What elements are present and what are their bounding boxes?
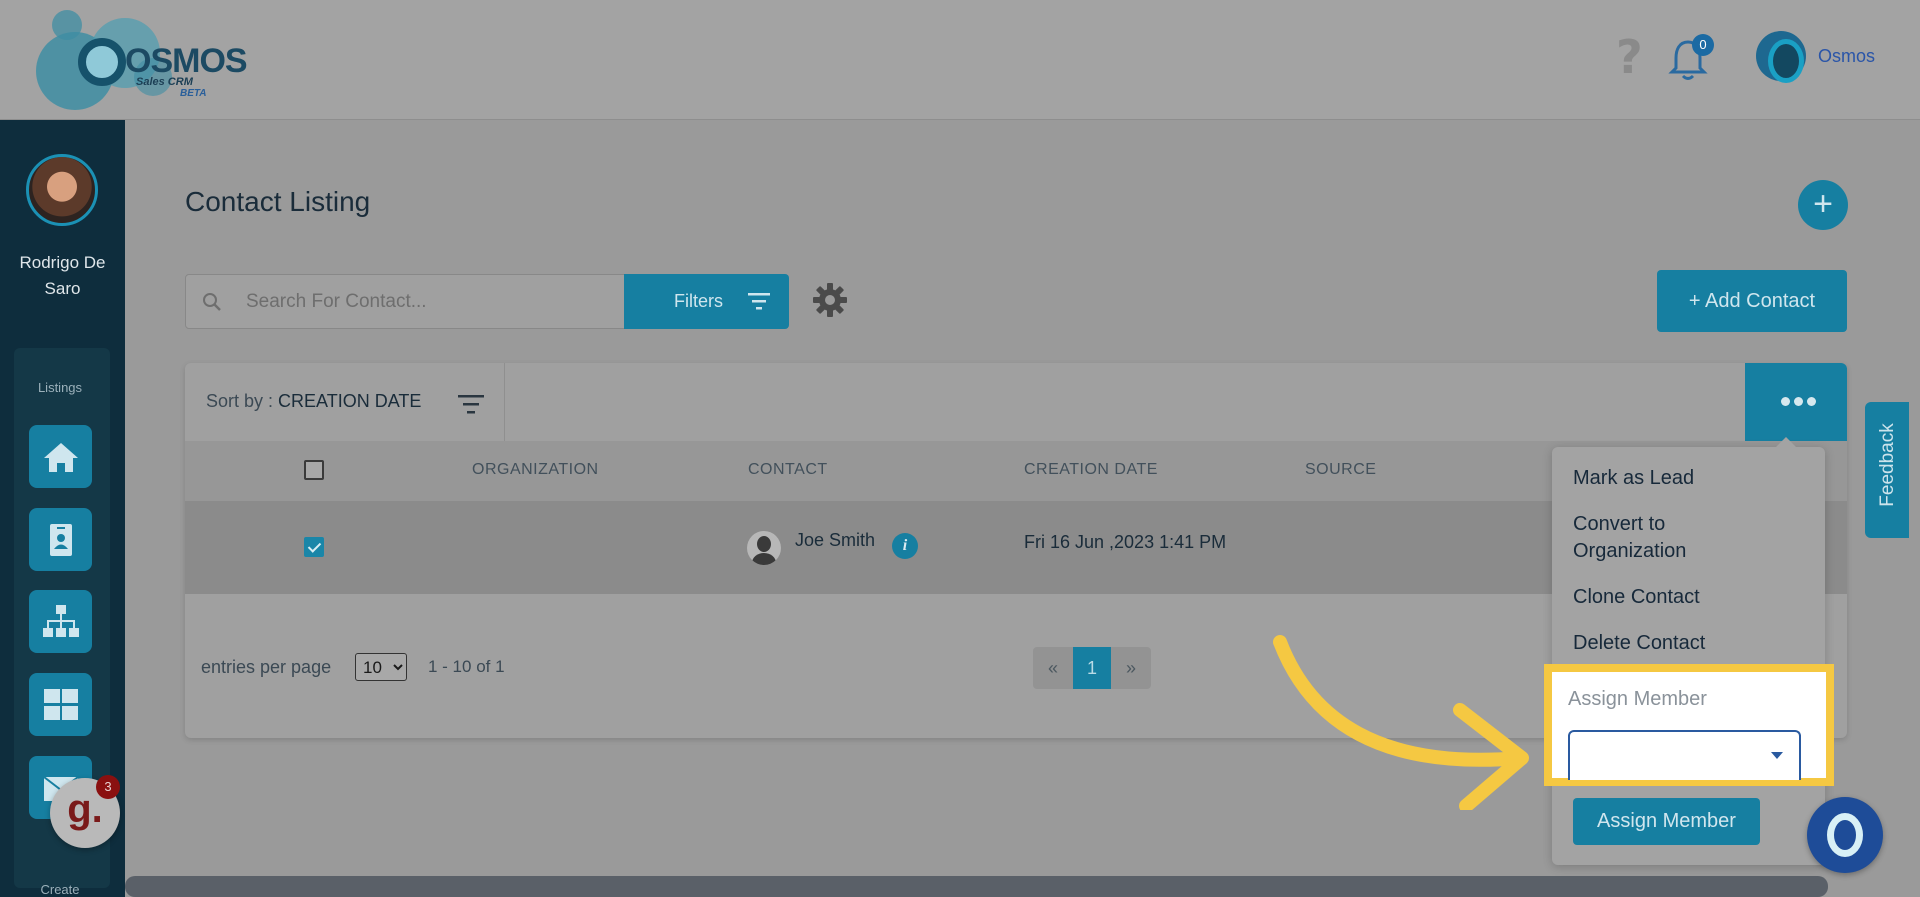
chevron-down-icon (1771, 752, 1783, 759)
row-creation-date: Fri 16 Jun ,2023 1:41 PM (1024, 532, 1227, 552)
g-widget-count: 3 (96, 775, 120, 799)
user-avatar (1756, 31, 1806, 83)
column-header-source[interactable]: SOURCE (1305, 461, 1376, 479)
filters-button[interactable]: Filters (624, 274, 789, 329)
pagination: « 1 » (1033, 647, 1151, 689)
menu-item-clone-contact[interactable]: Clone Contact (1573, 584, 1700, 611)
notification-count-badge: 0 (1692, 34, 1714, 56)
column-header-creation-date[interactable]: CREATION DATE (1024, 461, 1158, 479)
help-icon[interactable]: ? (1616, 32, 1643, 82)
menu-item-mark-as-lead[interactable]: Mark as Lead (1573, 465, 1694, 492)
column-header-organization[interactable]: ORGANIZATION (472, 461, 599, 479)
sidebar-item-home[interactable] (29, 425, 92, 488)
row-checkbox[interactable] (304, 537, 324, 557)
contact-card-icon (50, 524, 72, 556)
logo-beta: BETA (180, 88, 207, 99)
org-chart-icon (43, 605, 79, 637)
row-contact-name[interactable]: Joe Smith (795, 530, 875, 551)
column-header-contact[interactable]: CONTACT (748, 461, 828, 479)
pager-next[interactable]: » (1111, 647, 1151, 689)
add-contact-button[interactable]: + Add Contact (1657, 270, 1847, 332)
user-name: Osmos (1818, 45, 1876, 66)
top-bar: OSMOS Sales CRM BETA ? 0 Osmos (0, 0, 1920, 120)
assign-member-highlight: Assign Member (1544, 664, 1834, 786)
pager-prev[interactable]: « (1033, 647, 1073, 689)
profile-avatar[interactable] (26, 154, 98, 226)
sort-prefix: Sort by : (206, 391, 279, 411)
sort-label: Sort by : CREATION DATE (206, 391, 421, 412)
logo-subtitle: Sales CRM (136, 76, 193, 88)
feedback-tab[interactable]: Feedback (1865, 402, 1909, 538)
user-menu[interactable]: Osmos (1756, 30, 1876, 83)
contact-avatar (747, 531, 781, 565)
info-icon[interactable]: i (892, 533, 918, 559)
osmos-logo[interactable]: OSMOS Sales CRM BETA (30, 8, 248, 110)
entries-per-page-select[interactable]: 10 (355, 653, 407, 681)
filters-label: Filters (674, 291, 723, 311)
grid-icon (44, 689, 78, 720)
search-icon (203, 293, 221, 311)
sort-control[interactable]: Sort by : CREATION DATE (185, 363, 505, 441)
sort-value: CREATION DATE (278, 391, 422, 411)
chat-widget-button[interactable] (1807, 797, 1883, 873)
horizontal-scrollbar[interactable] (125, 876, 1828, 897)
assign-member-select[interactable] (1568, 730, 1801, 780)
assign-member-button[interactable]: Assign Member (1573, 798, 1760, 845)
filter-icon (748, 293, 770, 310)
more-dots-icon (1781, 397, 1816, 406)
annotation-arrow (1273, 635, 1529, 810)
sidebar-item-organizations[interactable] (29, 590, 92, 653)
entries-per-page-label: entries per page (201, 657, 332, 677)
home-icon (44, 443, 78, 472)
select-all-checkbox[interactable] (304, 460, 324, 480)
profile-name: Rodrigo De Saro (19, 253, 106, 298)
sidebar-section-label: Listings (37, 380, 83, 395)
sidebar-item-contacts[interactable] (29, 508, 92, 571)
feedback-label: Feedback (1877, 423, 1898, 507)
menu-item-delete-contact[interactable]: Delete Contact (1573, 630, 1705, 657)
sidebar-item-dashboard[interactable] (29, 673, 92, 736)
pager-current[interactable]: 1 (1073, 647, 1111, 689)
menu-item-convert-to-organization[interactable]: Convert to Organization (1573, 511, 1713, 565)
range-text: 1 - 10 of 1 (428, 657, 505, 676)
assign-member-label: Assign Member (1568, 688, 1707, 710)
sidebar-create-label: Create (40, 882, 80, 897)
sort-icon (458, 395, 484, 414)
bulk-actions-button[interactable] (1745, 363, 1847, 441)
gear-icon[interactable] (812, 282, 848, 318)
search-input[interactable] (246, 285, 616, 319)
page-title: Contact Listing (185, 186, 371, 217)
search-box (185, 274, 625, 329)
add-fab-button[interactable]: + (1798, 180, 1848, 230)
